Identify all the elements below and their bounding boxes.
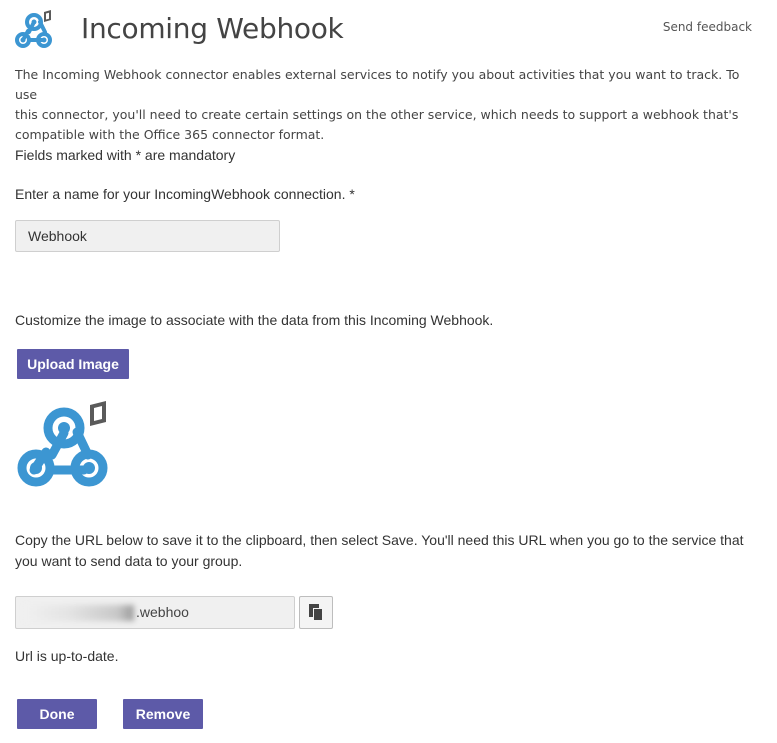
copy-url-button[interactable] bbox=[299, 596, 333, 629]
connector-header: Incoming Webhook Send feedback bbox=[14, 8, 764, 56]
description-line: The Incoming Webhook connector enables e… bbox=[15, 67, 740, 102]
webhook-image-preview-icon bbox=[17, 401, 108, 487]
webhook-url-field[interactable]: .webhoo bbox=[15, 596, 295, 629]
url-text: .webhoo bbox=[136, 604, 189, 620]
webhook-logo-icon bbox=[15, 10, 52, 48]
image-label: Customize the image to associate with th… bbox=[15, 312, 494, 328]
copy-clipboard-icon bbox=[309, 604, 323, 621]
connector-description: The Incoming Webhook connector enables e… bbox=[15, 65, 765, 145]
page-title: Incoming Webhook bbox=[81, 12, 344, 45]
done-button[interactable]: Done bbox=[17, 699, 97, 729]
url-instructions-line: Copy the URL below to save it to the cli… bbox=[15, 532, 744, 548]
upload-image-button[interactable]: Upload Image bbox=[17, 349, 129, 379]
redacted-url-fade bbox=[186, 601, 226, 625]
send-feedback-link[interactable]: Send feedback bbox=[663, 20, 752, 34]
office-icon bbox=[44, 10, 51, 22]
redacted-url-blur bbox=[24, 605, 134, 621]
url-status: Url is up-to-date. bbox=[15, 648, 119, 664]
office-icon bbox=[90, 401, 106, 426]
url-instructions-line: you want to send data to your group. bbox=[15, 553, 243, 569]
description-line: compatible with the Office 365 connector… bbox=[15, 127, 325, 142]
name-label: Enter a name for your IncomingWebhook co… bbox=[15, 186, 355, 202]
remove-button[interactable]: Remove bbox=[123, 699, 203, 729]
connection-name-input[interactable] bbox=[15, 220, 280, 252]
mandatory-note: Fields marked with * are mandatory bbox=[15, 147, 236, 163]
description-line: this connector, you'll need to create ce… bbox=[15, 107, 739, 122]
